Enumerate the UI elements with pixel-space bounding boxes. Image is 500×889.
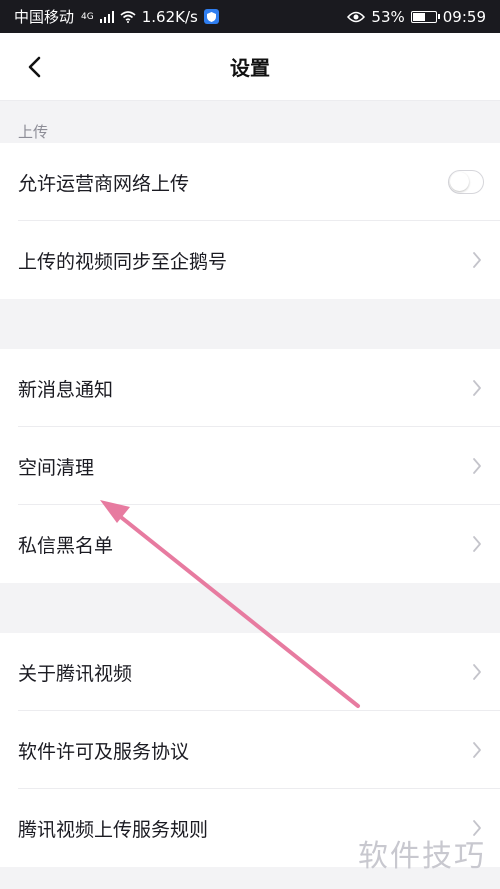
shield-icon	[203, 9, 219, 24]
setting-storage-cleanup[interactable]: 空间清理	[0, 427, 500, 505]
chevron-right-icon	[472, 663, 484, 681]
setting-notifications[interactable]: 新消息通知	[0, 349, 500, 427]
cellular-upload-toggle[interactable]	[448, 170, 484, 194]
chevron-right-icon	[472, 457, 484, 475]
wifi-icon	[120, 10, 136, 23]
battery-percent: 53%	[371, 7, 405, 26]
eye-icon	[347, 11, 366, 22]
network-speed: 1.62K/s	[141, 7, 198, 26]
status-left: 中国移动 4G 1.62K/s	[14, 6, 219, 27]
chevron-right-icon	[472, 251, 484, 269]
setting-cellular-upload[interactable]: 允许运营商网络上传	[0, 143, 500, 221]
row-label: 允许运营商网络上传	[18, 172, 190, 195]
toggle-knob	[450, 172, 469, 191]
watermark: 软件技巧	[358, 839, 486, 874]
chevron-right-icon	[472, 379, 484, 397]
setting-sync-penguin[interactable]: 上传的视频同步至企鹅号	[0, 221, 500, 299]
setting-dm-blacklist[interactable]: 私信黑名单	[0, 505, 500, 583]
row-label: 上传的视频同步至企鹅号	[18, 250, 228, 273]
row-label: 新消息通知	[18, 378, 114, 401]
status-right: 53% 09:59	[347, 8, 486, 26]
chevron-right-icon	[472, 535, 484, 553]
carrier-name: 中国移动	[14, 8, 75, 26]
battery-icon	[410, 10, 440, 23]
row-label: 软件许可及服务协议	[18, 740, 190, 763]
nav-bar: 设置	[0, 33, 500, 101]
row-label: 空间清理	[18, 456, 95, 479]
row-label: 腾讯视频上传服务规则	[18, 818, 209, 841]
setting-license[interactable]: 软件许可及服务协议	[0, 711, 500, 789]
clock: 09:59	[442, 7, 486, 26]
page-title: 设置	[230, 56, 270, 80]
status-bar: 中国移动 4G 1.62K/s 53% 09:59	[0, 0, 500, 33]
back-button[interactable]	[18, 51, 50, 83]
setting-about[interactable]: 关于腾讯视频	[0, 633, 500, 711]
chevron-right-icon	[472, 741, 484, 759]
section-label-upload: 上传	[18, 123, 49, 141]
chevron-left-icon	[28, 56, 41, 78]
row-label: 关于腾讯视频	[18, 662, 133, 685]
network-type: 4G	[81, 11, 94, 22]
cell-signal-icon	[99, 10, 114, 23]
row-label: 私信黑名单	[18, 534, 114, 557]
